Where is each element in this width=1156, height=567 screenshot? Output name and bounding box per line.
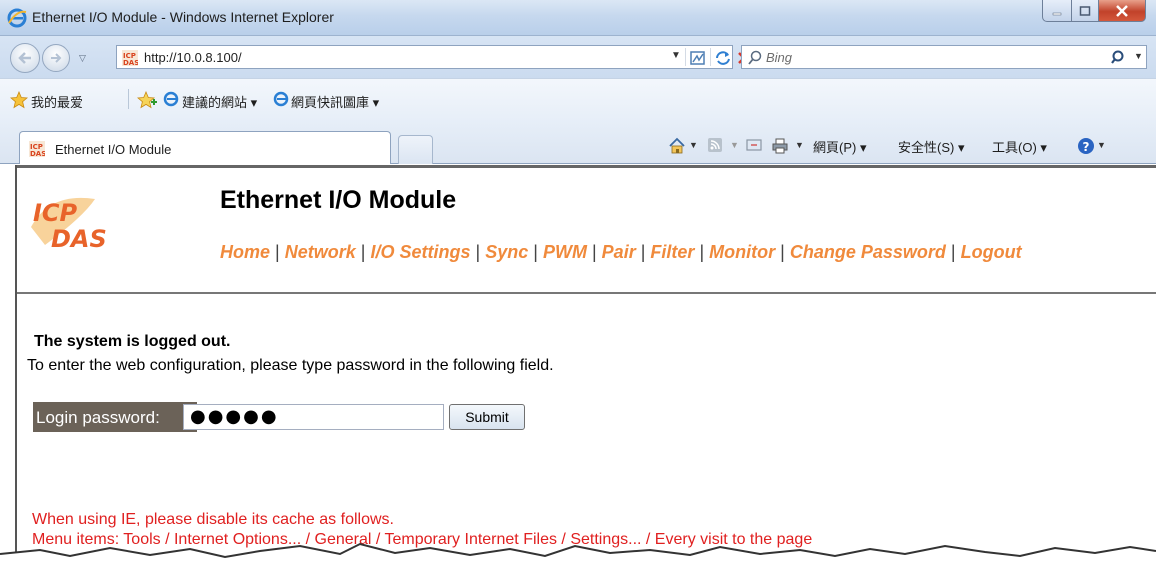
help-dropdown[interactable]: ▼ xyxy=(1097,140,1106,150)
menu-monitor-link[interactable]: Monitor xyxy=(709,242,775,262)
menu-logout-link[interactable]: Logout xyxy=(961,242,1022,262)
search-go-icon[interactable] xyxy=(1111,50,1127,66)
search-field[interactable]: Bing ▼ xyxy=(741,45,1147,69)
ie-page-icon xyxy=(163,91,179,107)
menu-separator: | xyxy=(475,242,481,262)
ie-logo-icon xyxy=(7,8,27,28)
password-input[interactable]: ●●●●● xyxy=(183,404,444,430)
feeds-icon[interactable] xyxy=(707,137,723,153)
menu-separator: | xyxy=(699,242,705,262)
ie-cache-note: When using IE, please disable its cache … xyxy=(32,511,394,528)
favorites-bar: 我的最爱 建議的網站 ▾ 網頁快訊圖庫 ▾ xyxy=(0,78,1156,126)
recent-pages-dropdown[interactable]: ▽ xyxy=(79,53,86,64)
logout-status-title: The system is logged out. xyxy=(34,333,231,350)
divider xyxy=(710,48,711,66)
icpdas-logo: ICP DAS xyxy=(31,197,107,253)
menu-separator: | xyxy=(591,242,597,262)
submit-button[interactable]: Submit xyxy=(449,404,525,430)
ie-page-icon xyxy=(273,91,289,107)
menu-separator: | xyxy=(950,242,956,262)
svg-text:DAS: DAS xyxy=(123,59,138,66)
logout-status-description: To enter the web configuration, please t… xyxy=(27,357,554,374)
password-label: Login password: xyxy=(33,402,197,432)
divider xyxy=(17,165,1156,168)
home-icon[interactable] xyxy=(668,137,686,155)
minimize-icon xyxy=(1052,12,1062,15)
add-to-favorites-icon[interactable] xyxy=(137,91,157,109)
safety-menu[interactable]: 安全性(S) ▾ xyxy=(898,137,964,156)
home-dropdown[interactable]: ▼ xyxy=(689,140,698,150)
menu-network-link[interactable]: Network xyxy=(285,242,356,262)
divider xyxy=(685,48,686,66)
forward-arrow-icon xyxy=(51,53,62,63)
url-dropdown[interactable]: ▼ xyxy=(671,50,681,61)
page-content: ICP DAS Ethernet I/O Module Home | Netwo… xyxy=(15,165,1156,567)
refresh-icon[interactable] xyxy=(714,49,732,67)
site-favicon-icon: ICP DAS xyxy=(122,50,138,66)
compatibility-view-icon[interactable] xyxy=(689,49,707,67)
web-slice-gallery-link[interactable]: 網頁快訊圖庫 ▾ xyxy=(291,92,379,111)
back-arrow-icon xyxy=(18,52,31,64)
menu-home-link[interactable]: Home xyxy=(220,242,270,262)
menu-separator: | xyxy=(275,242,280,262)
window-title: Ethernet I/O Module - Windows Internet E… xyxy=(32,9,334,25)
help-icon[interactable]: ? xyxy=(1077,137,1095,155)
menu-separator: | xyxy=(640,242,646,262)
tab-ethernet-io-module[interactable]: ICP DAS Ethernet I/O Module xyxy=(19,131,391,164)
maximize-icon xyxy=(1079,5,1091,16)
navigation-bar: ▽ ICP DAS http://10.0.8.100/ ▼ Bing ▼ xyxy=(0,36,1156,78)
svg-text:DAS: DAS xyxy=(51,225,107,253)
menu-separator: | xyxy=(780,242,785,262)
search-placeholder: Bing xyxy=(766,50,793,65)
menu-sync-link[interactable]: Sync xyxy=(485,242,528,262)
print-dropdown[interactable]: ▼ xyxy=(795,140,804,150)
window-titlebar: Ethernet I/O Module - Windows Internet E… xyxy=(0,0,1156,36)
tools-menu[interactable]: 工具(O) ▾ xyxy=(992,137,1047,156)
close-icon xyxy=(1116,4,1128,17)
suggested-sites-link[interactable]: 建議的網站 ▾ xyxy=(182,92,257,111)
menu-separator: | xyxy=(533,242,538,262)
divider xyxy=(128,89,129,109)
new-tab-button[interactable] xyxy=(398,135,433,164)
page-title: Ethernet I/O Module xyxy=(220,186,457,214)
forward-button[interactable] xyxy=(42,44,70,72)
menu-separator: | xyxy=(360,242,366,262)
favorites-star-icon[interactable] xyxy=(10,91,28,109)
search-provider-dropdown[interactable]: ▼ xyxy=(1134,51,1143,61)
favorites-button[interactable]: 我的最爱 xyxy=(31,92,83,111)
back-button[interactable] xyxy=(10,43,40,73)
address-field[interactable]: ICP DAS http://10.0.8.100/ ▼ xyxy=(116,45,750,69)
menu-io-settings-link[interactable]: I/O Settings xyxy=(370,242,470,262)
close-button[interactable] xyxy=(1098,0,1146,22)
maximize-button[interactable] xyxy=(1071,0,1099,22)
page-menu[interactable]: 網頁(P) ▾ xyxy=(813,137,866,156)
tab-row: ICP DAS Ethernet I/O Module ▼ ▼ ▼ 網頁(P) … xyxy=(0,126,1156,164)
print-icon[interactable] xyxy=(771,137,789,155)
tab-title: Ethernet I/O Module xyxy=(55,142,172,157)
minimize-button[interactable] xyxy=(1042,0,1072,22)
feeds-dropdown[interactable]: ▼ xyxy=(730,140,739,150)
svg-text:?: ? xyxy=(1083,140,1090,154)
main-menu: Home | Network | I/O Settings | Sync | P… xyxy=(220,242,1022,263)
menu-change-password-link[interactable]: Change Password xyxy=(790,242,946,262)
menu-pair-link[interactable]: Pair xyxy=(602,242,636,262)
divider xyxy=(17,292,1156,294)
search-icon xyxy=(748,50,762,65)
site-favicon-icon: ICP DAS xyxy=(29,141,45,157)
url-text: http://10.0.8.100/ xyxy=(144,50,242,65)
menu-filter-link[interactable]: Filter xyxy=(650,242,694,262)
svg-text:DAS: DAS xyxy=(30,150,45,157)
read-mail-icon[interactable] xyxy=(746,137,762,153)
torn-edge xyxy=(0,542,1156,567)
svg-text:ICP: ICP xyxy=(33,199,78,227)
menu-pwm-link[interactable]: PWM xyxy=(543,242,587,262)
